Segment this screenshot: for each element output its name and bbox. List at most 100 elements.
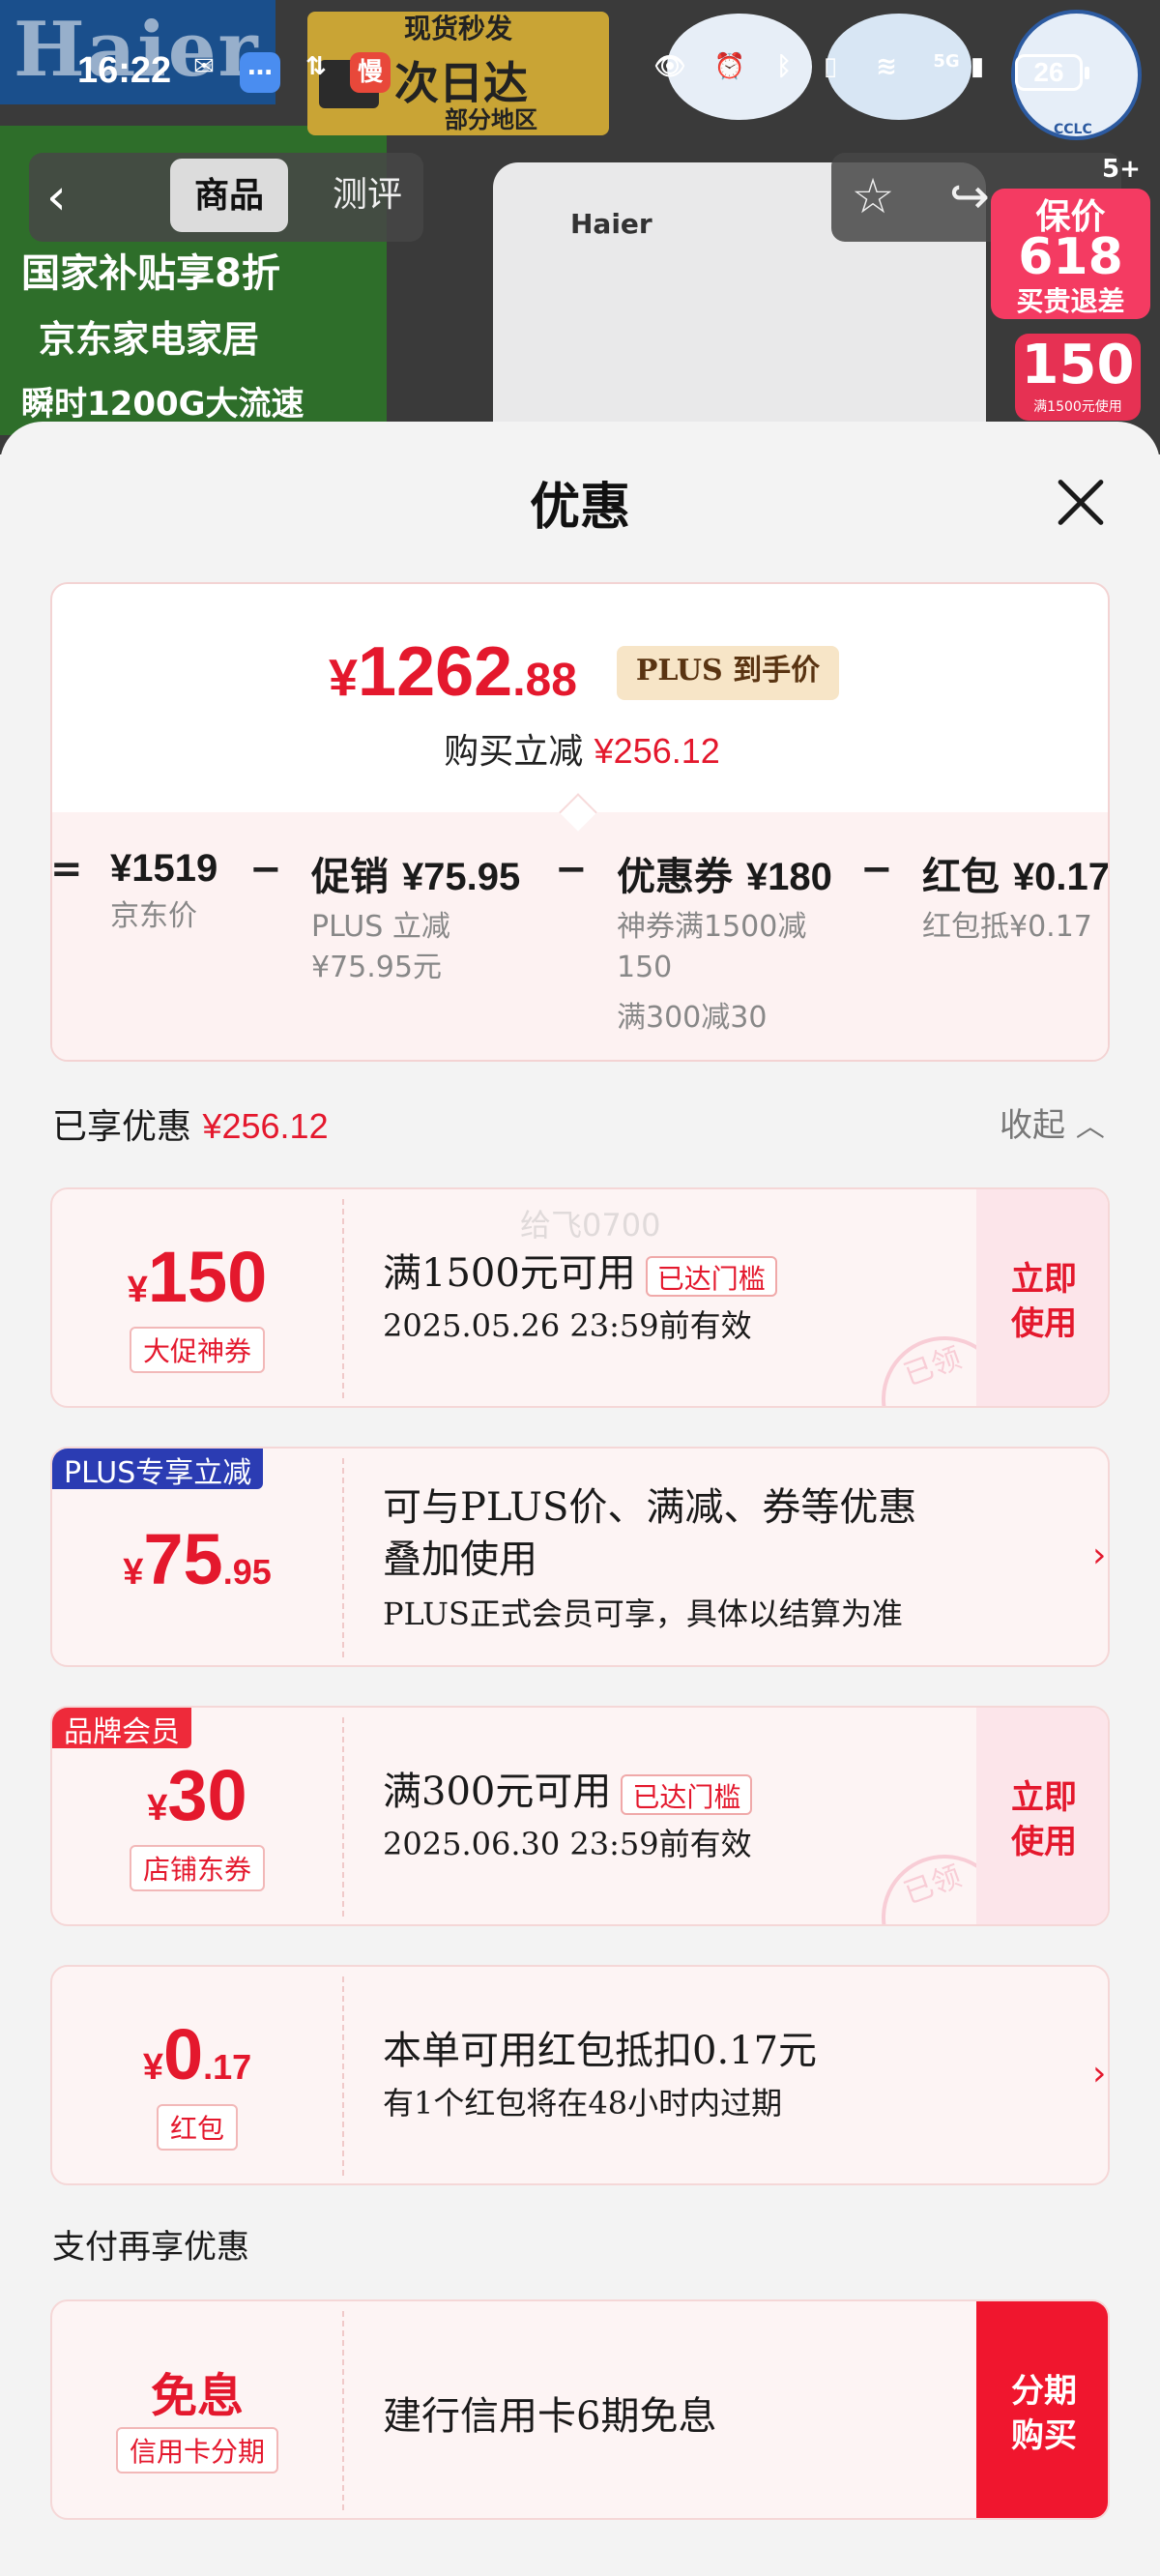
use-now-button[interactable]: 立即 使用 — [976, 1708, 1108, 1924]
red-packet-card[interactable]: ¥0.17 红包 本单可用红包抵扣0.17元 有1个红包将在48小时内过期 › — [50, 1965, 1110, 2185]
clock: 16:22 — [77, 50, 172, 91]
star-icon[interactable]: ☆ — [839, 162, 907, 230]
jd-price-label: 京东价 — [110, 899, 197, 933]
coupon-label: 优惠券 — [617, 854, 733, 899]
coupon-type-label: 大促神券 — [129, 1327, 265, 1373]
minus-operator: − — [860, 847, 893, 892]
final-price: ¥1262.88 — [329, 632, 577, 712]
wifi-icon: ≋ — [876, 52, 897, 81]
cclc-badge-text: CCLC — [1054, 122, 1092, 137]
coupon-divider — [342, 1199, 344, 1398]
promo-text: 618 — [1018, 228, 1123, 286]
payment-discount-header: 支付再享优惠 — [52, 2228, 249, 2267]
amount-integer: 75 — [143, 1519, 223, 1599]
sheet-title: 优惠 — [529, 478, 630, 537]
installment-offer-card[interactable]: 免息 信用卡分期 建行信用卡6期免息 分期 购买 — [50, 2299, 1110, 2520]
amount-integer: 0 — [162, 2014, 204, 2094]
coupon-type: 信用卡分期 — [52, 2427, 342, 2474]
back-arrow-icon[interactable]: ‹ — [46, 166, 93, 228]
purchase-reduction: 购买立减 ¥256.12 — [52, 723, 1108, 774]
plus-desc-line-2: 叠加使用 — [383, 1537, 537, 1582]
coupon-type: 大促神券 — [52, 1327, 342, 1373]
amount-integer: 150 — [147, 1237, 268, 1317]
breakdown-jd-price: ¥1519 京东价 — [110, 845, 218, 937]
promotion-amount: ¥75.95元 — [311, 951, 442, 984]
minus-operator: − — [555, 847, 588, 892]
installment-type-label: 信用卡分期 — [115, 2427, 278, 2474]
coupon-desc-1: 神券满1500减 — [617, 910, 807, 944]
price-integer: 1262 — [358, 633, 513, 711]
coupon-total-value: ¥180 — [745, 856, 832, 898]
currency-symbol: ¥ — [142, 2047, 163, 2088]
vibrate-icon: ▯ — [823, 52, 838, 81]
coupon-amount: ¥30 — [52, 1754, 342, 1836]
plus-price-tag: PLUS 到手价 — [617, 646, 839, 700]
plus-discount-card[interactable]: PLUS专享立减 ¥75.95 可与PLUS价、满减、券等优惠 叠加使用 PLU… — [50, 1447, 1110, 1667]
installment-buy-button[interactable]: 分期 购买 — [976, 2301, 1108, 2518]
bluetooth-icon: ᛒ — [776, 52, 792, 81]
use-now-button[interactable]: 立即 使用 — [976, 1189, 1108, 1406]
minus-operator: − — [249, 847, 282, 892]
plus-description: 可与PLUS价、满减、券等优惠 叠加使用 — [383, 1481, 1001, 1586]
coupon-type: 红包 — [52, 2104, 342, 2151]
coupon-divider — [342, 2311, 344, 2510]
interest-free-label: 免息 — [52, 2357, 342, 2425]
wechat-icon: ✉ — [193, 52, 215, 81]
breakdown-promotion: 促销 ¥75.95 PLUS 立减 ¥75.95元 — [311, 845, 520, 988]
message-icon: … — [240, 52, 280, 93]
coupon-type: 店铺东券 — [52, 1845, 342, 1891]
coupon-type-label: 店铺东券 — [129, 1845, 265, 1891]
chevron-up-icon: ︿ — [1075, 1110, 1105, 1144]
watermark-text: 给飞0700 — [520, 1207, 661, 1244]
redpacket-value: ¥0.17 — [1012, 856, 1110, 898]
price-summary-card: ¥1262.88 PLUS 到手价 购买立减 ¥256.12 = ¥1519 京… — [50, 582, 1110, 1062]
banner-line-3: 瞬时1200G大流速 — [21, 385, 304, 424]
enjoyed-value: ¥256.12 — [202, 1106, 329, 1146]
tab-product[interactable]: 商品 — [170, 159, 288, 232]
enjoyed-discount-header: 已享优惠 ¥256.12 — [52, 1098, 329, 1149]
collapse-button[interactable]: 收起 ︿ — [1000, 1098, 1105, 1146]
buy-line-2: 购买 — [1011, 2416, 1077, 2455]
manman-icon: 慢 — [350, 52, 391, 93]
coupon-card[interactable]: 品牌会员 ¥30 店铺东券 满300元可用 已达门槛 2025.06.30 23:… — [50, 1706, 1110, 1926]
promo-coupon-sub: 满1500元使用 — [1033, 399, 1122, 415]
data-icon: ⇅ — [305, 52, 327, 81]
red-packet-expiry-note: 有1个红包将在48小时内过期 — [383, 2085, 783, 2122]
plus-note: PLUS正式会员可享，具体以结算为准 — [383, 1595, 903, 1632]
threshold-reached-tag: 已达门槛 — [645, 1256, 777, 1297]
currency-symbol: ¥ — [127, 1270, 148, 1310]
use-now-line-2: 使用 — [1011, 1304, 1077, 1343]
use-now-line-2: 使用 — [1011, 1823, 1077, 1861]
coupon-desc-3: 满300减30 — [617, 1001, 768, 1035]
reduction-label: 购买立减 — [444, 732, 584, 772]
promotion-label: 促销 — [311, 854, 389, 899]
plus-exclusive-tag: PLUS专享立减 — [52, 1449, 264, 1490]
redpacket-label: 红包 — [922, 854, 1000, 899]
promo-coupon-value: 150 — [1021, 334, 1135, 396]
red-packet-title: 本单可用红包抵扣0.17元 — [383, 2029, 818, 2073]
price-symbol: ¥ — [329, 649, 359, 707]
coupon-divider — [342, 1976, 344, 2176]
coupon-amount: ¥150 — [52, 1236, 342, 1318]
coupon-amount: ¥0.17 — [52, 2013, 342, 2095]
amount-decimal: .95 — [222, 1552, 272, 1592]
reduction-value: ¥256.12 — [594, 731, 720, 771]
battery-indicator: 26 — [1015, 54, 1089, 91]
brand-member-tag: 品牌会员 — [52, 1708, 191, 1749]
currency-symbol: ¥ — [123, 1552, 144, 1593]
close-icon[interactable] — [1054, 476, 1108, 530]
status-bar: 16:22 ✉ … ⇅ 慢 👁 ⏰ ᛒ ▯ ≋ 5G ▮ 26 — [0, 39, 1160, 106]
coupon-amount: ¥75.95 — [52, 1518, 342, 1600]
promotion-desc: PLUS 立减 — [311, 910, 450, 944]
chevron-right-icon: › — [1092, 1536, 1107, 1575]
tab-review[interactable]: 测评 — [319, 159, 416, 232]
discount-sheet: 优惠 ¥1262.88 PLUS 到手价 购买立减 ¥256.12 = ¥151… — [0, 422, 1160, 2576]
coupon-expiry: 2025.06.30 23:59前有效 — [383, 1826, 752, 1862]
promotion-value: ¥75.95 — [401, 856, 521, 898]
coupon-card[interactable]: 给飞0700 ¥150 大促神券 满1500元可用 已达门槛 2025.05.26… — [50, 1187, 1110, 1408]
banner-line-1: 国家补贴享8折 — [21, 251, 280, 296]
price-decimal: .88 — [512, 655, 577, 706]
redpacket-desc: 红包抵¥0.17 — [922, 910, 1092, 944]
product-logo: Haier — [570, 208, 652, 240]
eye-icon: 👁 — [653, 52, 686, 81]
